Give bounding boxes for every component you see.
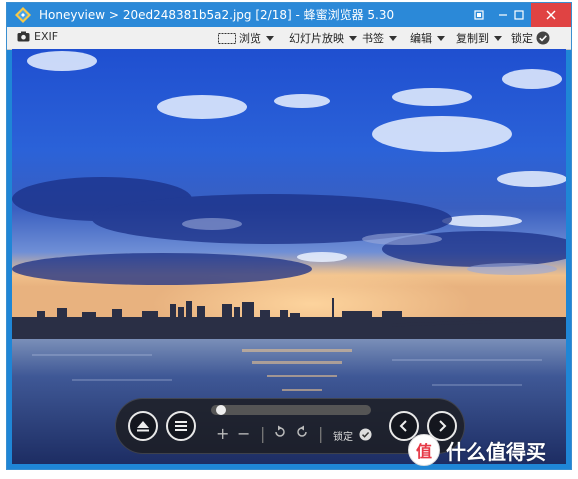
zoom-in-icon[interactable]: + — [216, 426, 229, 442]
zoom-out-icon[interactable]: − — [237, 426, 250, 442]
pin-icon — [474, 10, 484, 20]
maximize-button[interactable] — [505, 3, 533, 27]
panel-lock-check-icon[interactable] — [359, 426, 372, 445]
eject-icon — [137, 421, 149, 432]
copy-to-menu[interactable]: 复制到 — [456, 30, 502, 46]
honeyview-logo-icon — [14, 6, 32, 24]
seek-handle[interactable] — [216, 405, 226, 415]
window-title: Honeyview > 20ed248381b5a2.jpg [2/18] - … — [39, 7, 394, 23]
chevron-right-icon — [439, 420, 447, 432]
exif-button[interactable]: EXIF — [17, 30, 58, 43]
toolbar: EXIF 浏览 幻灯片放映 书签 编辑 复制到 锁定 — [7, 27, 571, 50]
menu-icon — [175, 421, 187, 431]
chevron-down-icon — [494, 35, 502, 41]
chevron-down-icon — [389, 35, 397, 41]
slideshow-menu[interactable]: 幻灯片放映 — [289, 30, 357, 46]
watermark-text: 什么值得买 — [446, 439, 546, 464]
edit-menu[interactable]: 编辑 — [410, 30, 445, 46]
bookmark-label: 书签 — [362, 32, 384, 45]
copy-to-label: 复制到 — [456, 32, 489, 45]
slideshow-label: 幻灯片放映 — [289, 32, 344, 45]
check-circle-icon — [536, 31, 550, 45]
divider: | — [318, 424, 324, 443]
eject-button[interactable] — [128, 411, 158, 441]
app-window: Honeyview > 20ed248381b5a2.jpg [2/18] - … — [7, 3, 571, 469]
lock-toggle[interactable]: 锁定 — [511, 30, 550, 46]
app-name: Honeyview — [39, 8, 106, 22]
camera-icon — [17, 31, 30, 42]
panel-lock-label: 锁定 — [333, 432, 353, 443]
menu-button[interactable] — [166, 411, 196, 441]
lock-label: 锁定 — [511, 32, 533, 45]
browse-menu[interactable]: 浏览 — [218, 30, 274, 46]
browse-icon — [218, 32, 236, 44]
rotate-right-icon[interactable] — [295, 425, 309, 442]
title-separator: > — [108, 8, 119, 22]
chevron-left-icon — [399, 420, 407, 432]
rotate-left-icon[interactable] — [273, 425, 287, 442]
browse-label: 浏览 — [239, 32, 261, 45]
file-title: 20ed248381b5a2.jpg [2/18] - 蜂蜜浏览器 5.30 — [122, 8, 395, 22]
chevron-down-icon — [437, 35, 445, 41]
chevron-down-icon — [349, 35, 357, 41]
seek-bar[interactable] — [211, 405, 371, 415]
maximize-icon — [514, 10, 524, 20]
watermark: 值 什么值得买 — [408, 432, 546, 468]
divider: | — [260, 424, 266, 443]
exif-label: EXIF — [34, 30, 59, 43]
watermark-logo: 值 — [408, 434, 440, 466]
close-button[interactable] — [531, 3, 571, 27]
edit-label: 编辑 — [410, 32, 432, 45]
bookmark-menu[interactable]: 书签 — [362, 30, 397, 46]
close-icon — [546, 10, 556, 20]
title-bar[interactable]: Honeyview > 20ed248381b5a2.jpg [2/18] - … — [7, 3, 571, 27]
image-viewer[interactable]: + − | | 锁定 — [12, 49, 566, 464]
chevron-down-icon — [266, 35, 274, 41]
